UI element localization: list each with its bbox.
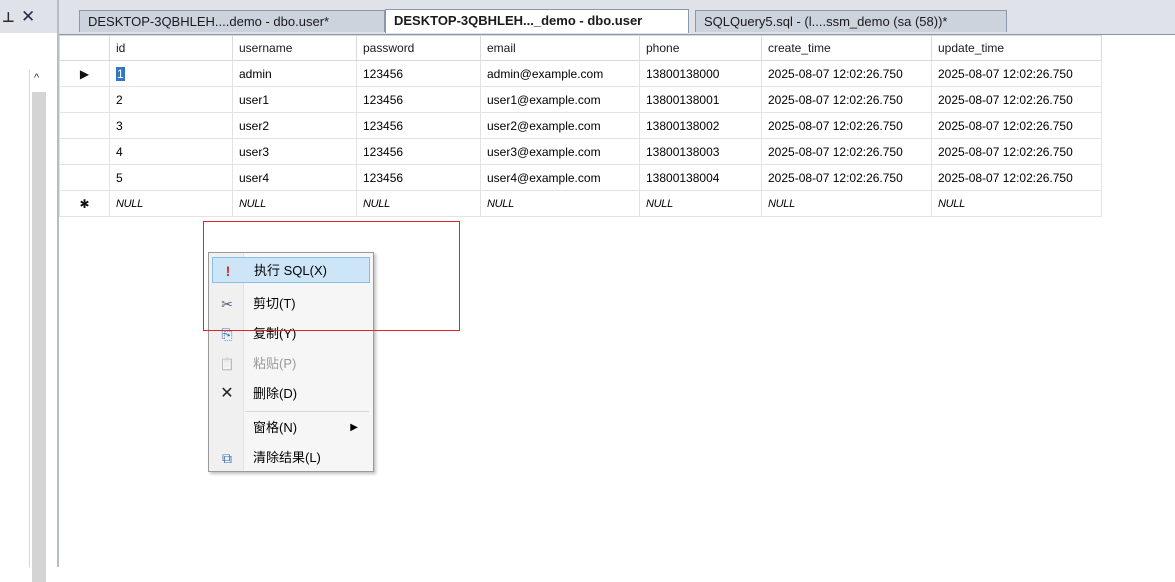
table-row[interactable]: 2 user1 123456 user1@example.com 1380013… [59,86,1102,113]
submenu-arrow-icon: ▶ [350,422,358,433]
row-selector[interactable] [59,138,110,165]
column-header-create-time[interactable]: create_time [761,35,932,61]
execute-icon: ! [225,263,231,279]
cell-username[interactable]: user2 [232,112,357,139]
copy-icon: ⎘ [221,326,233,342]
scroll-up-icon[interactable]: ^ [34,72,39,84]
menu-item-cut[interactable]: ✂ 剪切(T) [212,291,370,317]
column-header-update-time[interactable]: update_time [931,35,1102,61]
cell-id[interactable]: NULL [109,190,233,217]
selected-cell-text[interactable]: 1 [116,66,125,81]
column-header-username[interactable]: username [232,35,357,61]
row-selector[interactable] [59,86,110,113]
tab-table-edit[interactable]: DESKTOP-3QBHLEH....demo - dbo.user* [79,10,385,32]
cell-username[interactable]: NULL [232,190,357,217]
table-row[interactable]: 4 user3 123456 user3@example.com 1380013… [59,138,1102,165]
menu-item-label: 复制(Y) [253,326,297,341]
cell-password[interactable]: 123456 [356,138,481,165]
cell-create-time[interactable]: 2025-08-07 12:02:26.750 [761,60,932,87]
cell-id[interactable]: 4 [109,138,233,165]
results-grid[interactable]: id username password email phone create_… [59,35,1175,217]
menu-item-paste[interactable]: 📋 粘贴(P) [212,351,370,377]
cell-email[interactable]: user4@example.com [480,164,640,191]
object-explorer-collapsed: ⊥ ✕ ^ [0,0,57,582]
cell-create-time[interactable]: 2025-08-07 12:02:26.750 [761,112,932,139]
menu-item-label: 执行 SQL(X) [254,263,327,278]
new-row[interactable]: ✱ NULL NULL NULL NULL NULL NULL NULL [59,190,1102,217]
cell-email[interactable]: user3@example.com [480,138,640,165]
cell-email[interactable]: user1@example.com [480,86,640,113]
cell-create-time[interactable]: NULL [761,190,932,217]
row-selector-header[interactable] [59,35,110,61]
cell-create-time[interactable]: 2025-08-07 12:02:26.750 [761,138,932,165]
cell-update-time[interactable]: 2025-08-07 12:02:26.750 [931,138,1102,165]
pin-icon[interactable]: ⊥ [2,9,15,26]
delete-icon: ✕ [220,385,234,402]
menu-item-label: 粘贴(P) [253,356,297,371]
menu-item-label: 剪切(T) [253,296,296,311]
menu-item-label: 清除结果(L) [253,450,321,465]
cell-update-time[interactable]: NULL [931,190,1102,217]
cell-id[interactable]: 5 [109,164,233,191]
cell-phone[interactable]: NULL [639,190,762,217]
menu-item-panes[interactable]: 窗格(N) ▶ [212,415,370,441]
vertical-scrollbar[interactable]: ^ [29,70,48,582]
cell-password[interactable]: 123456 [356,164,481,191]
menu-item-clear-results[interactable]: ⧉ 清除结果(L) [212,445,370,471]
cell-update-time[interactable]: 2025-08-07 12:02:26.750 [931,60,1102,87]
cell-update-time[interactable]: 2025-08-07 12:02:26.750 [931,112,1102,139]
menu-separator [245,411,369,412]
column-header-phone[interactable]: phone [639,35,762,61]
table-row[interactable]: 3 user2 123456 user2@example.com 1380013… [59,112,1102,139]
cell-phone[interactable]: 13800138001 [639,86,762,113]
paste-icon: 📋 [219,357,235,371]
menu-item-execute-sql[interactable]: ! 执行 SQL(X) [212,257,370,283]
column-header-password[interactable]: password [356,35,481,61]
context-menu: ! 执行 SQL(X) ✂ 剪切(T) ⎘ 复制(Y) 📋 粘贴(P) ✕ 删除… [208,252,374,472]
cell-password[interactable]: NULL [356,190,481,217]
cell-username[interactable]: user3 [232,138,357,165]
cell-create-time[interactable]: 2025-08-07 12:02:26.750 [761,86,932,113]
scrollbar-thumb[interactable] [32,92,46,582]
cell-username[interactable]: admin [232,60,357,87]
scissors-icon: ✂ [221,296,233,312]
close-icon[interactable]: ✕ [21,7,35,27]
cell-email[interactable]: user2@example.com [480,112,640,139]
tab-sql-query[interactable]: SQLQuery5.sql - (l....ssm_demo (sa (58))… [695,10,1007,32]
cell-email[interactable]: admin@example.com [480,60,640,87]
row-selector[interactable] [59,112,110,139]
cell-username[interactable]: user1 [232,86,357,113]
cell-id[interactable]: 1 [109,60,233,87]
tab-table-active[interactable]: DESKTOP-3QBHLEH..._demo - dbo.user [385,9,689,33]
cell-id[interactable]: 3 [109,112,233,139]
clear-results-icon: ⧉ [222,450,232,466]
cell-phone[interactable]: 13800138004 [639,164,762,191]
menu-item-label: 删除(D) [253,386,298,401]
current-row-marker-icon[interactable]: ▶ [59,60,110,87]
cell-phone[interactable]: 13800138002 [639,112,762,139]
cell-update-time[interactable]: 2025-08-07 12:02:26.750 [931,164,1102,191]
menu-item-label: 窗格(N) [253,420,298,435]
menu-item-delete[interactable]: ✕ 删除(D) [212,381,370,407]
menu-item-copy[interactable]: ⎘ 复制(Y) [212,321,370,347]
grid-header-row: id username password email phone create_… [59,35,1102,61]
column-header-id[interactable]: id [109,35,233,61]
cell-password[interactable]: 123456 [356,60,481,87]
cell-username[interactable]: user4 [232,164,357,191]
cell-password[interactable]: 123456 [356,112,481,139]
column-header-email[interactable]: email [480,35,640,61]
document-tab-strip: DESKTOP-3QBHLEH....demo - dbo.user* DESK… [59,0,1175,35]
cell-update-time[interactable]: 2025-08-07 12:02:26.750 [931,86,1102,113]
table-row[interactable]: ▶ 1 admin 123456 admin@example.com 13800… [59,60,1102,87]
row-selector[interactable] [59,164,110,191]
cell-phone[interactable]: 13800138003 [639,138,762,165]
cell-email[interactable]: NULL [480,190,640,217]
cell-password[interactable]: 123456 [356,86,481,113]
new-row-marker-icon[interactable]: ✱ [59,190,110,217]
cell-id[interactable]: 2 [109,86,233,113]
cell-phone[interactable]: 13800138000 [639,60,762,87]
cell-create-time[interactable]: 2025-08-07 12:02:26.750 [761,164,932,191]
table-row[interactable]: 5 user4 123456 user4@example.com 1380013… [59,164,1102,191]
